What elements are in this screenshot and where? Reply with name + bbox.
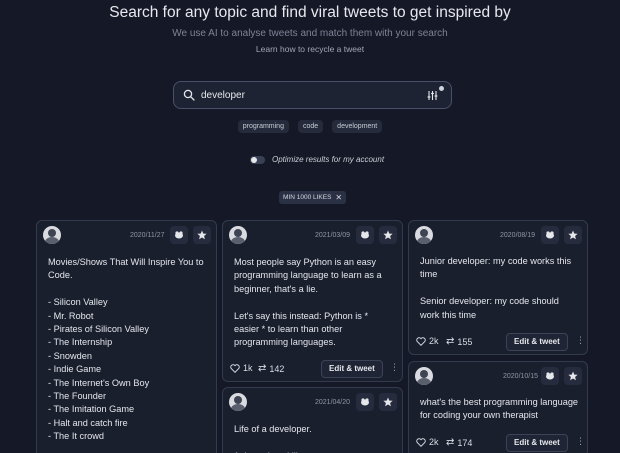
search-icon	[183, 89, 195, 101]
optimize-label: Optimize results for my account	[272, 155, 385, 164]
tweet-card: 2021/03/09 Most people say Python is an …	[222, 220, 403, 382]
tweet-text: Most people say Python is an easy progra…	[234, 257, 382, 348]
optimize-toggle[interactable]	[250, 155, 265, 164]
star-icon	[197, 230, 207, 240]
brain-icon	[361, 398, 369, 406]
brain-icon	[546, 231, 554, 239]
page-subtitle: We use AI to analyse tweets and match th…	[172, 28, 448, 39]
tweet-text: what's the best programming language for…	[420, 397, 579, 421]
retweets-stat: ⇄ 155	[446, 336, 472, 347]
more-options-icon[interactable]: ⋮	[576, 436, 585, 447]
favorite-button[interactable]	[564, 226, 582, 244]
optimize-row: Optimize results for my account	[250, 155, 384, 164]
avatar	[43, 226, 61, 244]
search-input[interactable]	[201, 86, 411, 104]
retweet-icon: ⇄	[446, 336, 455, 347]
likes-count: 1k	[243, 363, 253, 373]
more-options-icon[interactable]: ⋮	[390, 362, 399, 373]
star-icon	[568, 230, 578, 240]
close-icon[interactable]: ✕	[335, 193, 342, 202]
learn-recycle-link[interactable]: Learn how to recycle a tweet	[256, 44, 364, 54]
edit-tweet-button[interactable]: Edit & tweet	[321, 360, 383, 378]
tag-development[interactable]: development	[332, 120, 383, 133]
tag-programming[interactable]: programming	[237, 120, 289, 133]
min-likes-chip: MIN 1000 LIKES ✕	[279, 191, 347, 204]
tweet-footer: 1k ⇄ 142 Edit & tweet ⋮	[230, 360, 399, 378]
tag-code[interactable]: code	[297, 120, 324, 133]
brain-icon	[175, 231, 183, 239]
heart-icon	[416, 336, 426, 346]
favorite-button[interactable]	[564, 367, 582, 385]
avatar	[229, 393, 247, 411]
retweets-count: 155	[457, 336, 473, 347]
heart-icon	[416, 437, 426, 447]
tweet-date: 2020/08/19	[500, 232, 536, 239]
retweets-stat: ⇄ 142	[258, 363, 284, 374]
tweet-footer: 2k ⇄ 155 Edit & tweet ⋮	[416, 333, 585, 351]
star-icon	[383, 230, 393, 240]
tweet-card: 2021/04/20 Life of a developer. 1. Learn…	[222, 387, 403, 453]
favorite-button[interactable]	[193, 226, 211, 244]
tweet-text: Life of a developer. 1. Learning skills	[234, 424, 312, 453]
retweets-count: 174	[457, 437, 473, 448]
min-likes-label: MIN 1000 LIKES	[283, 194, 332, 201]
heart-icon	[230, 363, 240, 373]
suggested-tags: programming code development	[0, 120, 620, 133]
search-box	[173, 81, 452, 109]
tweet-card: 2020/11/27 Movies/Shows That Will Inspir…	[36, 220, 217, 453]
likes-stat: 2k	[416, 437, 439, 447]
brain-icon	[361, 231, 369, 239]
more-options-icon[interactable]: ⋮	[576, 335, 585, 346]
star-icon	[383, 397, 393, 407]
ai-rewrite-button[interactable]	[541, 367, 559, 385]
page-title: Search for any topic and find viral twee…	[109, 4, 511, 21]
edit-tweet-button[interactable]: Edit & tweet	[506, 434, 568, 452]
ai-rewrite-button[interactable]	[541, 226, 559, 244]
avatar	[415, 226, 433, 244]
avatar	[415, 367, 433, 385]
favorite-button[interactable]	[379, 226, 397, 244]
tweet-date: 2021/03/09	[315, 232, 351, 239]
tweet-card: 2020/08/19 Junior developer: my code wor…	[408, 220, 588, 355]
edit-tweet-button[interactable]: Edit & tweet	[506, 333, 568, 351]
toggle-knob	[251, 156, 257, 163]
tweet-card: 2020/10/15 what's the best programming l…	[408, 361, 588, 453]
retweets-stat: ⇄ 174	[446, 437, 472, 448]
likes-stat: 2k	[416, 336, 439, 346]
likes-stat: 1k	[230, 363, 253, 373]
tweet-date: 2020/11/27	[130, 232, 165, 239]
tweet-text: Junior developer: my code works this tim…	[420, 256, 572, 320]
sliders-icon[interactable]	[427, 90, 438, 101]
filter-active-dot	[439, 86, 444, 91]
likes-count: 2k	[429, 437, 439, 447]
tweet-date: 2020/10/15	[503, 373, 539, 380]
avatar	[229, 226, 247, 244]
retweets-count: 142	[269, 363, 285, 374]
star-icon	[568, 371, 578, 381]
brain-icon	[546, 372, 554, 380]
ai-rewrite-button[interactable]	[170, 226, 188, 244]
ai-rewrite-button[interactable]	[356, 393, 374, 411]
tweet-text: Movies/Shows That Will Inspire You to Co…	[48, 257, 204, 442]
retweet-icon: ⇄	[446, 437, 455, 448]
ai-rewrite-button[interactable]	[356, 226, 374, 244]
favorite-button[interactable]	[379, 393, 397, 411]
likes-count: 2k	[429, 336, 439, 346]
tweet-date: 2021/04/20	[315, 399, 351, 406]
tweet-footer: 2k ⇄ 174 Edit & tweet ⋮	[416, 434, 585, 452]
retweet-icon: ⇄	[258, 363, 267, 374]
